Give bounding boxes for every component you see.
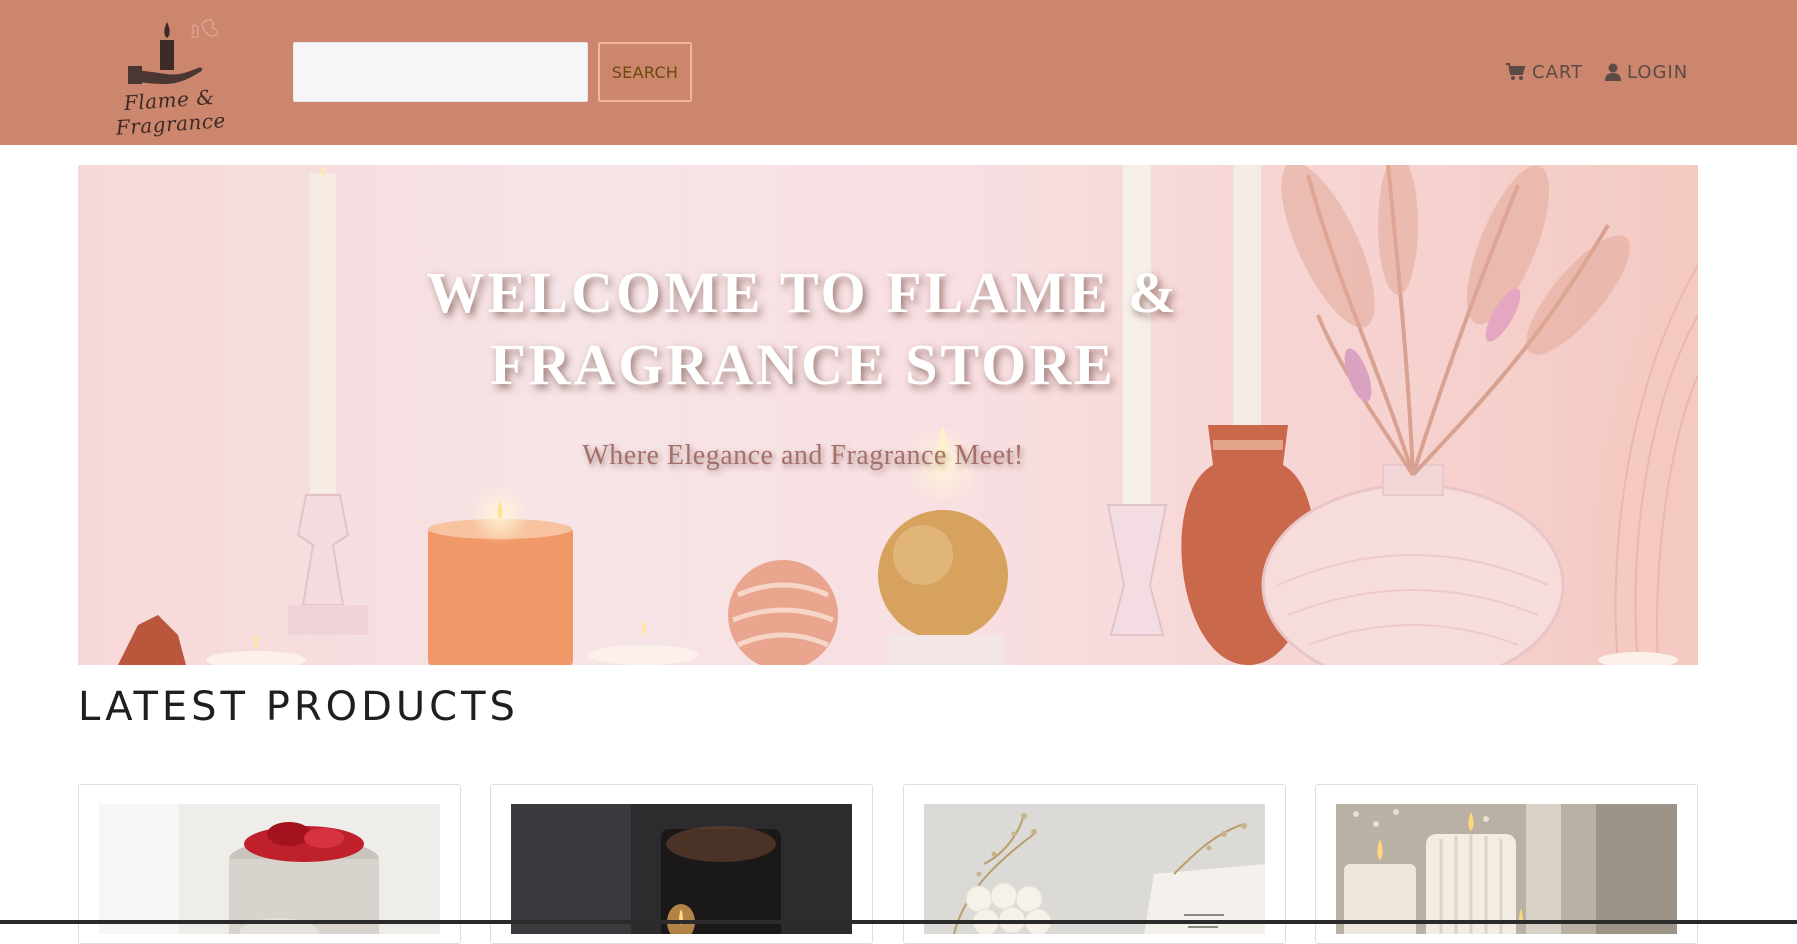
login-link[interactable]: LOGIN bbox=[1605, 60, 1688, 84]
hero-subtitle: Where Elegance and Fragrance Meet! bbox=[582, 440, 1024, 471]
cart-label: CART bbox=[1532, 61, 1584, 83]
search-input[interactable] bbox=[293, 42, 588, 102]
hero-banner: WELCOME TO FLAME & FRAGRANCE STORE Where… bbox=[78, 165, 1698, 665]
login-label: LOGIN bbox=[1627, 61, 1689, 83]
brand-logo[interactable]: Flame & Fragrance bbox=[90, 14, 250, 140]
candles-banner-image bbox=[118, 165, 1698, 665]
hero-title-line2: FRAGRANCE STORE bbox=[490, 332, 1116, 397]
brand-logo-text: Flame & Fragrance bbox=[115, 84, 227, 140]
rose-candle-image[interactable] bbox=[99, 804, 440, 934]
dark-candle-image[interactable] bbox=[511, 804, 852, 934]
shopping-cart-icon bbox=[1506, 63, 1526, 80]
search-button[interactable]: SEARCH bbox=[598, 42, 692, 102]
bubble-candle-image[interactable] bbox=[924, 804, 1265, 934]
candle-hand-logo-icon bbox=[128, 18, 218, 84]
window-bottom-edge bbox=[0, 920, 1797, 924]
user-icon bbox=[1605, 63, 1621, 81]
site-header: Flame & Fragrance SEARCH CART LOGIN bbox=[0, 0, 1797, 145]
latest-products-heading: LATEST PRODUCTS bbox=[78, 684, 519, 730]
hero-title-line1: WELCOME TO FLAME & bbox=[426, 260, 1180, 325]
pillar-candles-image[interactable] bbox=[1336, 804, 1677, 934]
hero-title: WELCOME TO FLAME & FRAGRANCE STORE bbox=[338, 257, 1268, 401]
cart-link[interactable]: CART bbox=[1506, 60, 1583, 84]
